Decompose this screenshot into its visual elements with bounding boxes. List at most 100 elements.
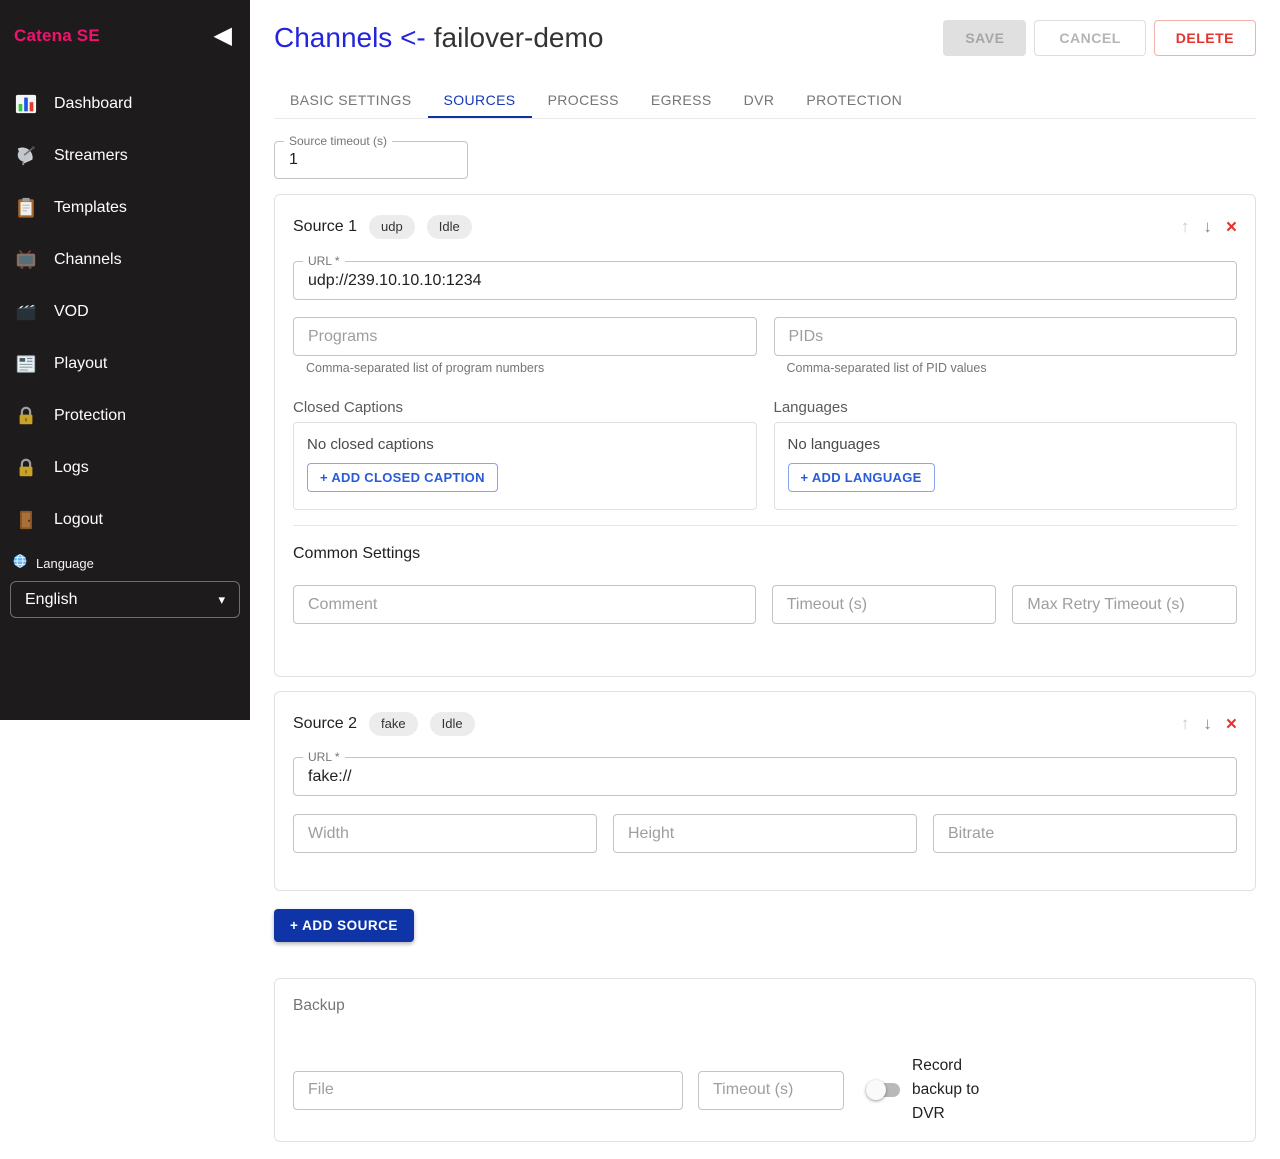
move-down-icon[interactable]: ↓ [1203,714,1212,734]
max-retry-timeout-input[interactable] [1013,586,1236,623]
source-1-title: Source 1 [293,218,357,236]
section-divider [293,525,1237,526]
source-1-protocol-badge: udp [369,215,415,239]
chevron-down-icon: ▾ [218,592,225,608]
globe-icon [12,553,28,574]
cancel-button[interactable]: CANCEL [1034,20,1145,56]
sidebar-item-label: Protection [54,407,126,425]
sidebar-item-channels[interactable]: Channels [0,234,250,286]
backup-file-field [293,1071,683,1110]
source-2-url-input[interactable] [294,758,1236,795]
sidebar-nav: Dashboard Streamers Templates Channels V… [0,78,250,546]
height-input[interactable] [614,815,916,852]
width-input[interactable] [294,815,596,852]
closed-captions-box: No closed captions + ADD CLOSED CAPTION [293,422,757,510]
tab-protection[interactable]: PROTECTION [790,85,918,118]
satellite-dish-icon [14,144,38,168]
backup-timeout-field [698,1071,844,1110]
bar-chart-icon [14,92,38,116]
sidebar-item-logout[interactable]: Logout [0,494,250,546]
closed-captions-label: Closed Captions [293,399,757,416]
source-2-card: Source 2 fake Idle ↑ ↓ × URL * [274,691,1256,891]
breadcrumb-channels-link[interactable]: Channels <- [274,22,426,53]
sidebar-item-streamers[interactable]: Streamers [0,130,250,182]
source-1-url-field: URL * [293,261,1237,300]
tab-egress[interactable]: EGRESS [635,85,728,118]
language-label-row: Language [0,554,250,572]
source-2-status-badge: Idle [430,712,475,736]
timeout-field [772,585,997,624]
add-source-button[interactable]: + ADD SOURCE [274,909,414,942]
source-1-url-input[interactable] [294,262,1236,299]
move-up-icon[interactable]: ↑ [1181,217,1190,237]
common-settings-title: Common Settings [293,545,1237,563]
sidebar-item-label: VOD [54,303,89,321]
pids-input[interactable] [775,318,1237,355]
tab-bar: BASIC SETTINGS SOURCES PROCESS EGRESS DV… [274,85,1256,119]
languages-box: No languages + ADD LANGUAGE [774,422,1238,510]
move-down-icon[interactable]: ↓ [1203,217,1212,237]
sidebar-item-label: Logout [54,511,103,529]
comment-input[interactable] [294,586,755,623]
door-icon [14,508,38,532]
programs-field [293,317,757,356]
pids-field [774,317,1238,356]
source-2-url-field: URL * [293,757,1237,796]
sidebar-item-label: Logs [54,459,89,477]
sidebar: Catena SE ◀ Dashboard Streamers Template… [0,0,250,720]
brand-logo: Catena SE [14,26,100,46]
language-selected-value: English [25,591,77,609]
sidebar-item-label: Playout [54,355,107,373]
sidebar-item-dashboard[interactable]: Dashboard [0,78,250,130]
bitrate-input[interactable] [934,815,1236,852]
url-label: URL * [303,254,345,268]
languages-label: Languages [774,399,1238,416]
language-select[interactable]: English ▾ [10,581,240,618]
backup-timeout-input[interactable] [699,1072,843,1109]
backup-file-input[interactable] [294,1072,682,1109]
sidebar-item-vod[interactable]: VOD [0,286,250,338]
collapse-sidebar-icon[interactable]: ◀ [214,24,232,48]
delete-button[interactable]: DELETE [1154,20,1256,56]
sidebar-item-label: Streamers [54,147,128,165]
source-timeout-label: Source timeout (s) [284,134,392,148]
lock-icon [14,456,38,480]
add-closed-caption-button[interactable]: + ADD CLOSED CAPTION [307,463,498,492]
move-up-icon[interactable]: ↑ [1181,714,1190,734]
url-label: URL * [303,750,345,764]
height-field [613,814,917,853]
remove-source-icon[interactable]: × [1226,715,1237,734]
source-1-status-badge: Idle [427,215,472,239]
tab-process[interactable]: PROCESS [532,85,635,118]
main-content: Channels <- failover-demo SAVE CANCEL DEL… [250,0,1280,1142]
clipboard-icon [14,196,38,220]
remove-source-icon[interactable]: × [1226,218,1237,237]
sidebar-item-label: Templates [54,199,127,217]
sidebar-item-label: Channels [54,251,122,269]
add-language-button[interactable]: + ADD LANGUAGE [788,463,935,492]
lock-icon [14,404,38,428]
max-retry-timeout-field [1012,585,1237,624]
programs-input[interactable] [294,318,756,355]
tab-dvr[interactable]: DVR [728,85,791,118]
timeout-input[interactable] [773,586,996,623]
pids-helper-text: Comma-separated list of PID values [774,361,1238,375]
clapperboard-icon [14,300,38,324]
bitrate-field [933,814,1237,853]
sidebar-item-playout[interactable]: Playout [0,338,250,390]
page-title: failover-demo [434,22,604,53]
source-1-card: Source 1 udp Idle ↑ ↓ × URL * Comma-sepa… [274,194,1256,677]
tab-sources[interactable]: SOURCES [428,85,532,118]
record-backup-toggle[interactable] [866,1080,900,1100]
tab-basic-settings[interactable]: BASIC SETTINGS [274,85,428,118]
languages-empty-text: No languages [788,436,1224,453]
tv-icon [14,248,38,272]
newspaper-icon [14,352,38,376]
source-2-protocol-badge: fake [369,712,418,736]
sidebar-item-logs[interactable]: Logs [0,442,250,494]
record-backup-label: Record backup to DVR [912,1054,1004,1126]
sidebar-item-protection[interactable]: Protection [0,390,250,442]
save-button[interactable]: SAVE [943,20,1026,56]
sidebar-item-templates[interactable]: Templates [0,182,250,234]
width-field [293,814,597,853]
